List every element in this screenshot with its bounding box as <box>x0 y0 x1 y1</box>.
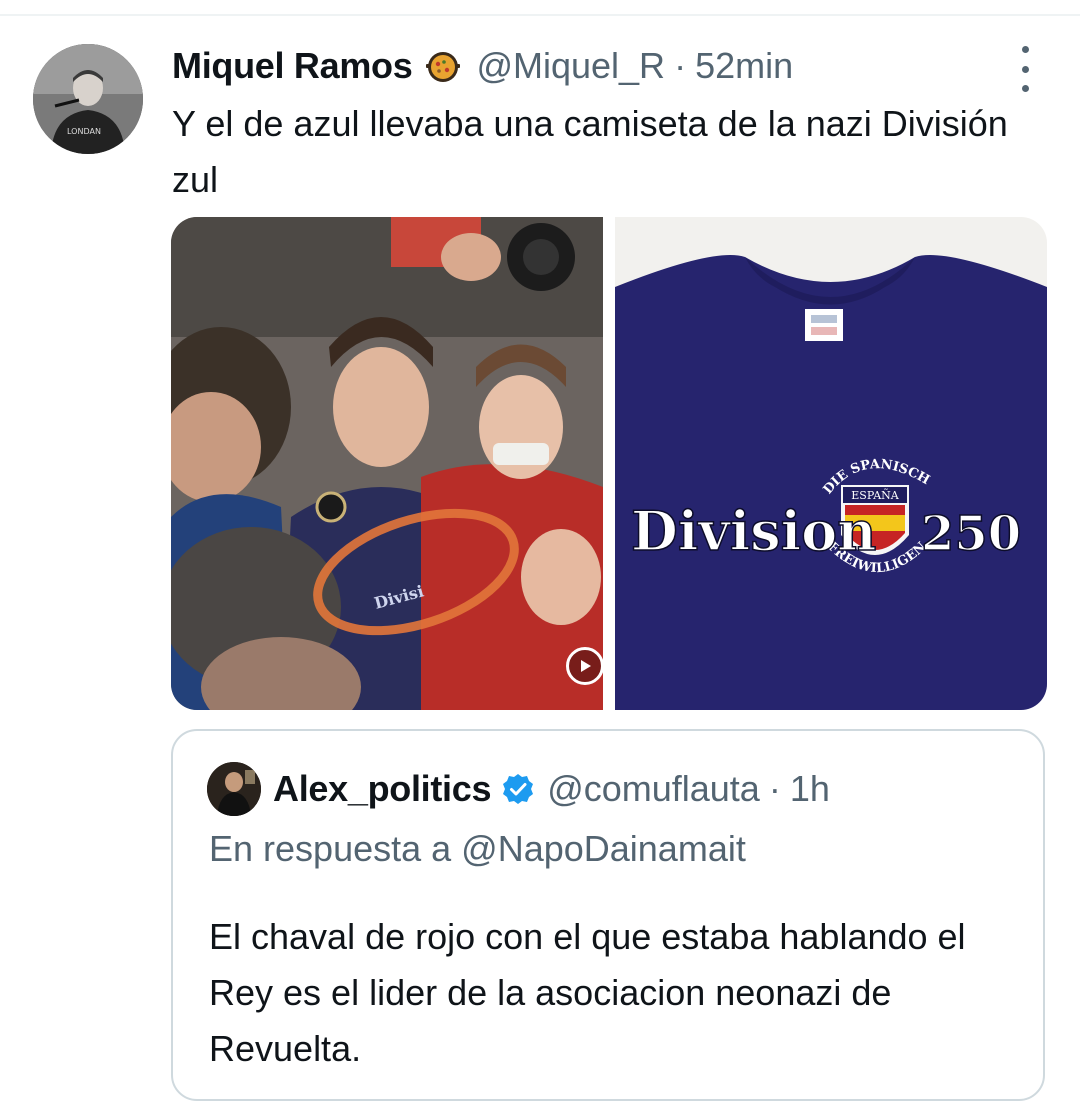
tweet-text: Y el de azul llevaba una camiseta de la … <box>172 103 1008 200</box>
dot-icon <box>1021 65 1029 73</box>
dot-icon <box>1021 85 1029 92</box>
paella-pan-icon <box>424 47 462 85</box>
tweet-timestamp[interactable]: 52min <box>695 45 793 87</box>
quoted-tweet-card[interactable]: Alex_politics @comuflauta · 1h En respue… <box>171 729 1045 1101</box>
blue-tshirt-photo[interactable]: ESPAÑA DIE SPANISCHEN FREIWILLIGEN Divis… <box>615 217 1047 710</box>
quoted-tweet-timestamp[interactable]: 1h <box>790 768 830 810</box>
separator-dot: · <box>768 768 781 809</box>
quoted-author-name[interactable]: Alex_politics <box>273 768 491 810</box>
reply-context[interactable]: En respuesta a @NapoDainamait <box>209 828 746 870</box>
svg-text:LONDAN: LONDAN <box>67 127 101 136</box>
quoted-author-handle[interactable]: @comuflauta <box>547 768 760 810</box>
separator-dot: · <box>674 45 687 86</box>
divider <box>0 14 1080 16</box>
verified-badge-icon <box>501 772 535 806</box>
quoted-tweet-text: El chaval de rojo con el que estaba habl… <box>209 916 966 1069</box>
tweet-detail-page: LONDAN Miquel Ramos @Miquel_R · 52min Y … <box>0 0 1080 1114</box>
shirt-word-division: Division <box>631 499 876 563</box>
tweet-header: Miquel Ramos @Miquel_R · 52min <box>172 40 793 92</box>
crowd-video-thumbnail[interactable]: Divisi <box>171 217 603 710</box>
dot-icon <box>1021 46 1029 53</box>
more-options-button[interactable] <box>1012 46 1038 92</box>
quoted-author-avatar[interactable] <box>207 762 261 816</box>
author-handle[interactable]: @Miquel_R <box>476 45 665 87</box>
shirt-number: 250 <box>921 506 1021 562</box>
quoted-tweet-header: Alex_politics @comuflauta · 1h <box>273 764 830 814</box>
media-grid: Divisi ESPAÑA DIE SPANISCH FREIWILLIGEN … <box>171 217 1047 710</box>
author-name[interactable]: Miquel Ramos <box>172 45 413 87</box>
author-avatar[interactable]: LONDAN <box>33 44 143 154</box>
video-play-icon[interactable] <box>566 647 603 685</box>
